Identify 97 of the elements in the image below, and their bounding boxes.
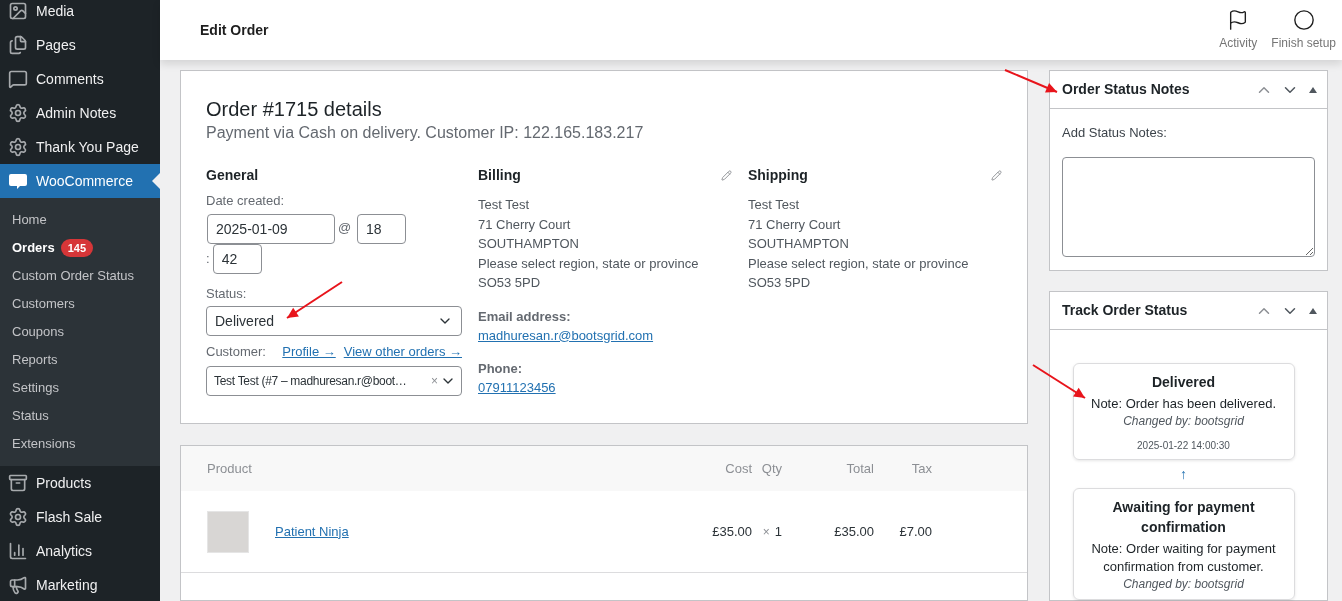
submenu-item[interactable]: Orders 145 bbox=[0, 234, 160, 262]
table-cell-text: £35.00 bbox=[711, 522, 752, 541]
status-note: Note: Order has been delivered. bbox=[1091, 395, 1276, 413]
submenu-item[interactable]: Status bbox=[0, 402, 160, 430]
changed-by: Changed by: bootsgrid bbox=[1123, 576, 1244, 593]
times-sign: × bbox=[762, 523, 770, 541]
submenu-item[interactable]: Extensions bbox=[0, 430, 160, 458]
megaphone-icon bbox=[8, 575, 28, 595]
column-header: Tax bbox=[910, 459, 932, 478]
sidebar-item[interactable]: Comments bbox=[0, 62, 160, 96]
sidebar-item[interactable]: Products bbox=[0, 466, 160, 500]
sidebar-item[interactable]: Analytics bbox=[0, 534, 160, 568]
at-sign: @ bbox=[338, 219, 353, 237]
changed-by: Changed by: bootsgrid bbox=[1123, 413, 1244, 430]
sidebar-item[interactable]: Media bbox=[0, 0, 160, 28]
submenu-item[interactable]: Coupons bbox=[0, 318, 160, 346]
address-line: SO53 5PD bbox=[478, 274, 542, 292]
current-menu-pointer bbox=[152, 173, 160, 189]
field-label: Email address: bbox=[478, 307, 572, 326]
panel-title: Track Order Status bbox=[1062, 301, 1189, 320]
field-label: Date created: bbox=[206, 192, 286, 210]
collapse-icon[interactable] bbox=[1309, 86, 1317, 93]
column-header: Qty bbox=[760, 459, 782, 478]
customer-link[interactable]: Profile → bbox=[282, 343, 336, 361]
notes-textarea[interactable] bbox=[1062, 156, 1315, 257]
email-link[interactable]: madhuresan.r@bootsgrid.com bbox=[478, 325, 654, 345]
connector-arrow: ↑ bbox=[1180, 465, 1187, 484]
submenu-item[interactable]: Custom Order Status bbox=[0, 262, 160, 290]
address-line: SOUTHAMPTON bbox=[478, 235, 580, 253]
address-line: Please select region, state or province bbox=[747, 254, 970, 273]
gear-icon bbox=[8, 103, 28, 123]
product-link[interactable]: Patient Ninja bbox=[275, 521, 349, 542]
status-date: 2025-01-22 14:00:30 bbox=[1137, 439, 1230, 453]
order-title: Order #1715 details bbox=[206, 97, 383, 122]
section-heading: Billing bbox=[478, 166, 521, 185]
submenu-item[interactable]: Settings bbox=[0, 374, 160, 402]
minute-field[interactable]: 42 bbox=[212, 244, 262, 274]
submenu-item[interactable]: Customers bbox=[0, 290, 160, 318]
collapse-icon[interactable] bbox=[1309, 307, 1317, 314]
address-line: Please select region, state or province bbox=[478, 254, 700, 273]
annotation-arrow bbox=[286, 281, 343, 319]
table-cell-text: 1 bbox=[774, 522, 782, 541]
field-label: Add Status Notes: bbox=[1062, 124, 1168, 142]
photo-placeholder bbox=[207, 510, 249, 553]
speech-bubble-icon bbox=[8, 171, 28, 191]
table-cell-text: £7.00 bbox=[898, 522, 932, 541]
address-line: 71 Cherry Court bbox=[478, 215, 572, 234]
address-line: SOUTHAMPTON bbox=[747, 235, 850, 253]
status-name: Delivered bbox=[1151, 373, 1215, 392]
annotation-arrow bbox=[1032, 364, 1086, 399]
edit-icon[interactable] bbox=[720, 169, 732, 181]
panel-title: Order Status Notes bbox=[1062, 80, 1191, 99]
sidebar-item[interactable]: Thank You Page bbox=[0, 130, 160, 164]
date-field[interactable]: 2025-01-09 bbox=[207, 214, 335, 244]
sidebar-item[interactable]: Pages bbox=[0, 28, 160, 62]
column-header: Total bbox=[845, 459, 874, 478]
status-select[interactable]: Delivered bbox=[206, 306, 462, 336]
status-note: Note: Order waiting for payment confirmation from customer. bbox=[1090, 540, 1277, 576]
header-action-button[interactable]: Activity bbox=[1217, 8, 1260, 52]
address-line: Test Test bbox=[478, 196, 531, 214]
customer-link[interactable]: View other orders → bbox=[343, 343, 462, 361]
address-line: SO53 5PD bbox=[747, 274, 812, 292]
header-action-button[interactable]: Finish setup bbox=[1269, 8, 1338, 52]
archive-icon bbox=[8, 473, 28, 493]
gear-icon bbox=[8, 507, 28, 527]
submenu-item[interactable]: Home bbox=[0, 206, 160, 234]
submenu-item[interactable]: Reports bbox=[0, 346, 160, 374]
section-heading: General bbox=[206, 166, 260, 185]
customer-select[interactable]: Test Test (#7 – madhuresan.r@boot… × bbox=[206, 366, 462, 396]
section-heading: Shipping bbox=[747, 166, 808, 185]
gear-icon bbox=[8, 137, 28, 157]
time-separator: : bbox=[206, 250, 210, 269]
comment-icon bbox=[8, 69, 28, 89]
order-subtitle: Payment via Cash on delivery. Customer IP: 122.165.183.217 bbox=[206, 123, 645, 143]
sidebar-item[interactable]: Admin Notes bbox=[0, 96, 160, 130]
bar-chart-icon bbox=[8, 541, 28, 561]
column-header: Cost bbox=[724, 459, 752, 478]
column-header: Product bbox=[207, 459, 253, 478]
sidebar-item[interactable]: WooCommerce bbox=[0, 164, 160, 198]
count-badge: 145 bbox=[60, 239, 93, 257]
field-label: Status: bbox=[206, 285, 248, 303]
address-line: Test Test bbox=[747, 196, 801, 214]
image-icon bbox=[8, 1, 28, 21]
pages-icon bbox=[8, 35, 28, 55]
table-cell-text: £35.00 bbox=[833, 522, 874, 541]
page-title: Edit Order bbox=[200, 20, 270, 40]
sidebar-item[interactable]: Marketing bbox=[0, 568, 160, 601]
sidebar-item[interactable]: Flash Sale bbox=[0, 500, 160, 534]
circle-icon bbox=[1292, 8, 1315, 31]
field-label: Customer: bbox=[206, 343, 267, 361]
edit-icon[interactable] bbox=[991, 169, 1002, 181]
status-name: Awaiting for payment confirmation bbox=[1111, 498, 1256, 537]
hour-field[interactable]: 18 bbox=[357, 214, 406, 244]
phone-link[interactable]: 07911123456 bbox=[478, 377, 556, 397]
annotation-arrow bbox=[1004, 69, 1058, 93]
field-label: Phone: bbox=[478, 359, 524, 378]
address-line: 71 Cherry Court bbox=[747, 215, 842, 234]
